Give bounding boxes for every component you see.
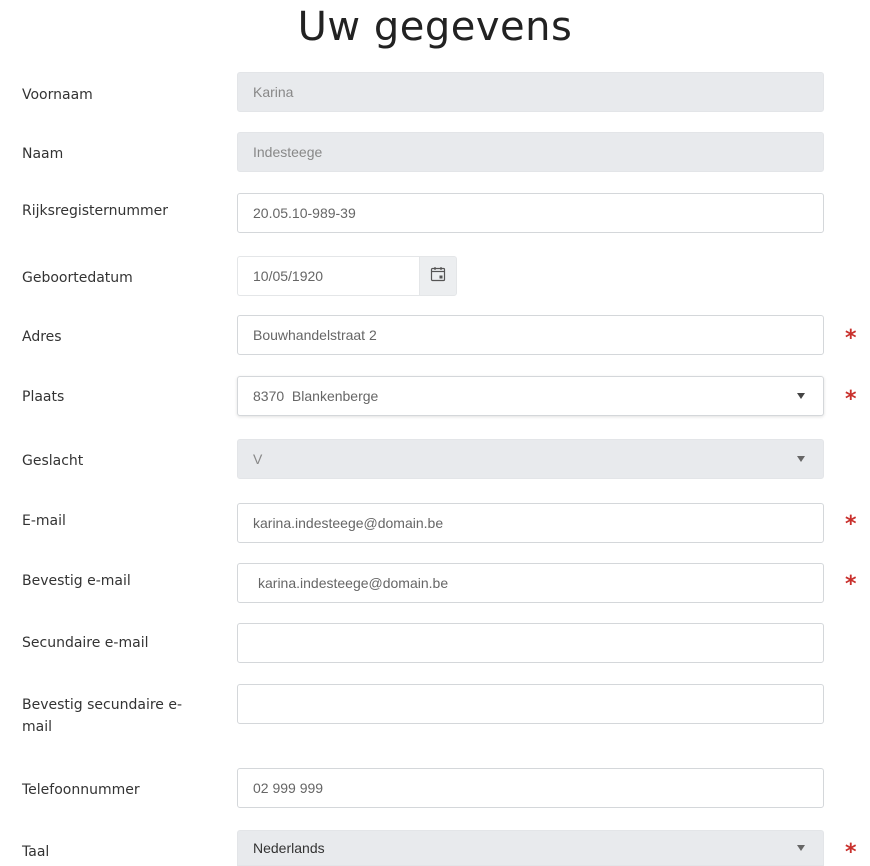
- plaats-label: Plaats: [22, 389, 65, 405]
- bevestig-secundaire-email-field[interactable]: [237, 684, 824, 724]
- geboortedatum-datepicker: 10/05/1920: [237, 256, 457, 296]
- geslacht-select: V: [237, 439, 824, 479]
- adres-field[interactable]: Bouwhandelstraat 2: [237, 315, 824, 355]
- geslacht-value: V: [253, 451, 263, 467]
- voornaam-value: Karina: [253, 84, 294, 100]
- bevestig-secundaire-email-label-line2: mail: [22, 719, 52, 735]
- chevron-down-icon: [797, 456, 805, 462]
- email-field[interactable]: karina.indesteege@domain.be: [237, 503, 824, 543]
- bevestig-email-value: karina.indesteege@domain.be: [258, 575, 449, 591]
- adres-required-icon: *: [845, 326, 857, 351]
- chevron-down-icon: [797, 845, 805, 851]
- email-label: E-mail: [22, 513, 66, 529]
- calendar-button[interactable]: [419, 256, 457, 296]
- rijksregisternummer-field[interactable]: 20.05.10-989-39: [237, 193, 824, 233]
- naam-value: Indesteege: [253, 144, 323, 160]
- plaats-value: 8370 Blankenberge: [253, 388, 379, 404]
- geboortedatum-value: 10/05/1920: [253, 268, 324, 284]
- bevestig-email-required-icon: *: [845, 572, 857, 597]
- bevestig-email-label: Bevestig e-mail: [22, 573, 131, 589]
- taal-select[interactable]: Nederlands: [237, 830, 824, 866]
- bevestig-secundaire-email-label: Bevestig secundaire e- mail: [22, 694, 182, 738]
- naam-label: Naam: [22, 146, 64, 162]
- bevestig-secundaire-email-label-line1: Bevestig secundaire e-: [22, 697, 183, 713]
- chevron-down-icon: [797, 393, 805, 399]
- bevestig-email-field[interactable]: karina.indesteege@domain.be: [237, 563, 824, 603]
- geboortedatum-label: Geboortedatum: [22, 270, 133, 286]
- geslacht-label: Geslacht: [22, 453, 84, 469]
- adres-label: Adres: [22, 329, 62, 345]
- telefoonnummer-field[interactable]: 02 999 999: [237, 768, 824, 808]
- voornaam-label: Voornaam: [22, 87, 93, 103]
- rijksregisternummer-value: 20.05.10-989-39: [253, 205, 356, 221]
- page-title: Uw gegevens: [297, 4, 573, 50]
- plaats-required-icon: *: [845, 387, 857, 412]
- taal-label: Taal: [22, 844, 50, 860]
- taal-value: Nederlands: [253, 840, 325, 856]
- taal-required-icon: *: [845, 840, 857, 865]
- voornaam-field: Karina: [237, 72, 824, 112]
- email-required-icon: *: [845, 512, 857, 537]
- plaats-select[interactable]: 8370 Blankenberge: [237, 376, 824, 416]
- secundaire-email-label: Secundaire e-mail: [22, 635, 149, 651]
- rijksregisternummer-label: Rijksregisternummer: [22, 203, 169, 219]
- geboortedatum-input[interactable]: 10/05/1920: [237, 256, 419, 296]
- telefoonnummer-value: 02 999 999: [253, 780, 324, 796]
- naam-field: Indesteege: [237, 132, 824, 172]
- secundaire-email-field[interactable]: [237, 623, 824, 663]
- calendar-icon: [430, 266, 446, 287]
- adres-value: Bouwhandelstraat 2: [253, 327, 377, 343]
- email-value: karina.indesteege@domain.be: [253, 515, 444, 531]
- telefoonnummer-label: Telefoonnummer: [22, 782, 140, 798]
